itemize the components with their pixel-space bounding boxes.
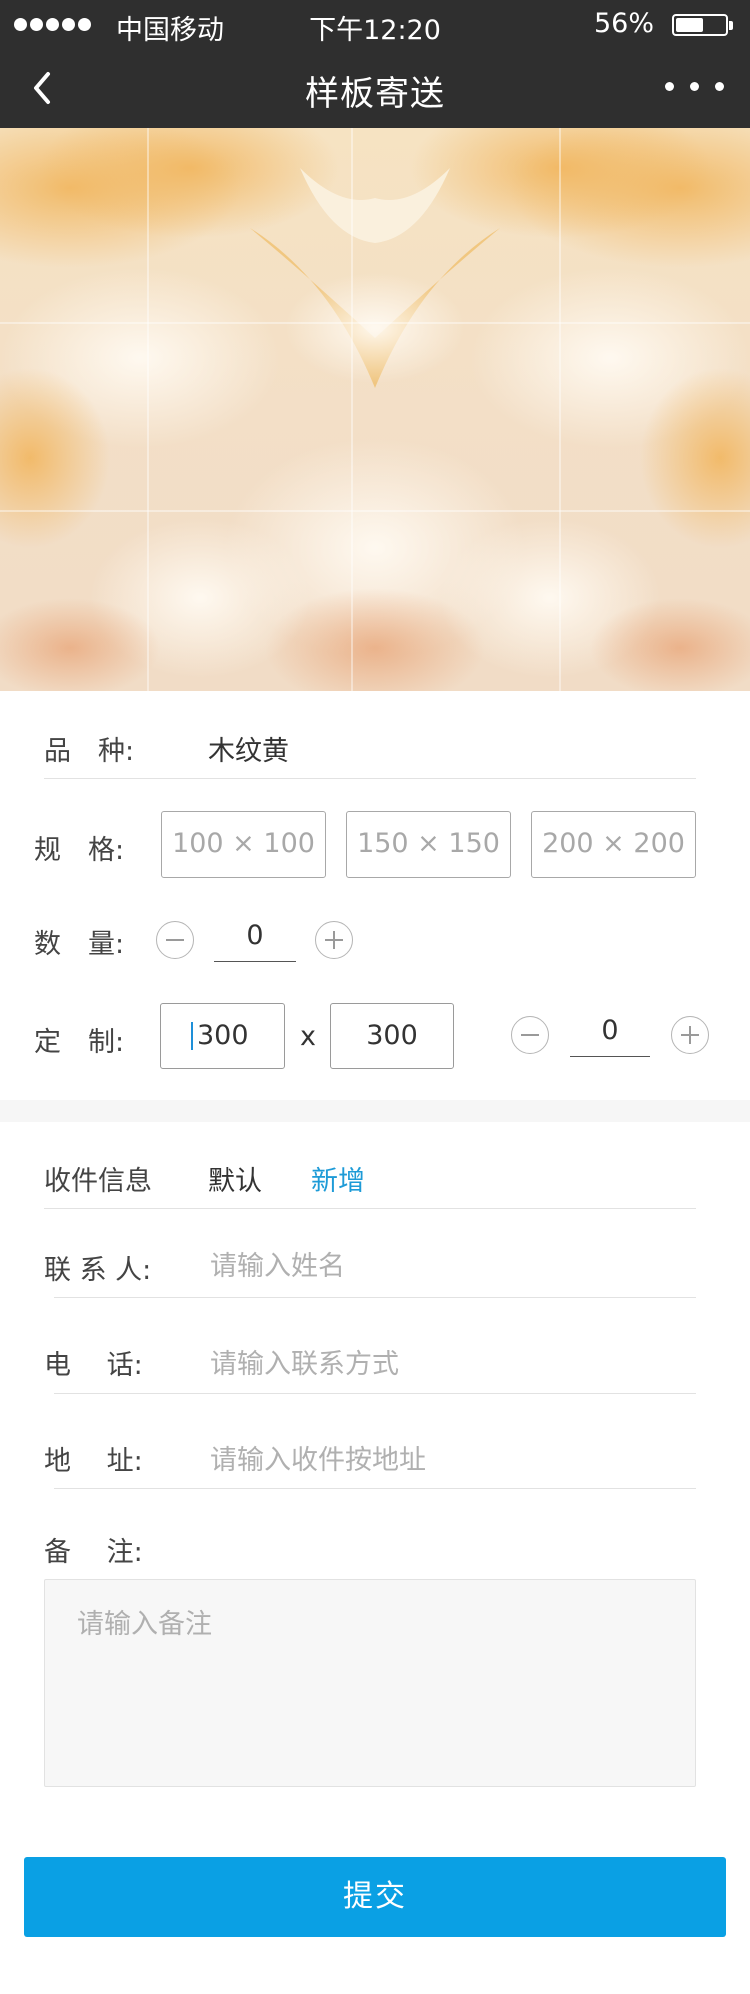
- contact-name-input[interactable]: 请输入姓名: [210, 1244, 345, 1283]
- status-bar: 中国移动 下午12:20 56%: [0, 0, 750, 48]
- page-title: 样板寄送: [305, 74, 445, 114]
- address-label: 地 址:: [44, 1446, 143, 1477]
- variety-label: 品 种:: [44, 736, 135, 767]
- more-dots-icon: [665, 82, 674, 91]
- battery-percent: 56%: [593, 8, 654, 39]
- remark-placeholder: 请输入备注: [77, 1609, 212, 1640]
- nav-bar: 样板寄送: [0, 48, 750, 128]
- more-button[interactable]: [665, 82, 724, 91]
- tab-new[interactable]: 新增: [311, 1159, 365, 1198]
- divider: [44, 778, 696, 779]
- section-separator: [0, 1100, 750, 1122]
- spec-option-150[interactable]: 150 × 150: [346, 811, 511, 878]
- custom-label: 定 制:: [34, 1027, 125, 1058]
- custom-height-input[interactable]: 300: [330, 1003, 454, 1069]
- spec-option-200[interactable]: 200 × 200: [531, 811, 696, 878]
- more-dot: [715, 82, 724, 91]
- phone-input[interactable]: 请输入联系方式: [210, 1342, 399, 1381]
- custom-quantity-value[interactable]: 0: [570, 1011, 650, 1057]
- custom-times-sign: x: [300, 1021, 316, 1052]
- custom-height-value: 300: [366, 1020, 418, 1051]
- quantity-value[interactable]: 0: [214, 916, 296, 962]
- quantity-label: 数 量:: [34, 929, 125, 960]
- contact-label: 联 系 人:: [44, 1255, 152, 1286]
- remark-textarea[interactable]: 请输入备注: [44, 1579, 696, 1787]
- divider: [44, 1208, 696, 1209]
- custom-width-value: 300: [197, 1020, 249, 1051]
- submit-button[interactable]: 提交: [24, 1857, 726, 1937]
- tab-default[interactable]: 默认: [208, 1159, 262, 1198]
- battery-icon: [672, 14, 733, 36]
- variety-value: 木纹黄: [208, 736, 289, 767]
- spec-option-100[interactable]: 100 × 100: [161, 811, 326, 878]
- quantity-decrement-button[interactable]: [156, 921, 194, 959]
- custom-increment-button[interactable]: [671, 1016, 709, 1054]
- spec-label: 规 格:: [34, 835, 125, 866]
- product-image: [0, 128, 750, 691]
- more-dot: [690, 82, 699, 91]
- custom-decrement-button[interactable]: [511, 1016, 549, 1054]
- marble-texture-image: [0, 128, 750, 691]
- divider: [54, 1488, 696, 1489]
- text-caret: [191, 1022, 193, 1050]
- recipient-section-label: 收件信息: [44, 1166, 152, 1197]
- divider: [54, 1393, 696, 1394]
- quantity-increment-button[interactable]: [315, 921, 353, 959]
- address-input[interactable]: 请输入收件按地址: [210, 1438, 426, 1477]
- divider: [54, 1297, 696, 1298]
- custom-width-input[interactable]: 300: [160, 1003, 285, 1069]
- remark-label: 备 注:: [44, 1537, 143, 1568]
- phone-label: 电 话:: [44, 1350, 143, 1381]
